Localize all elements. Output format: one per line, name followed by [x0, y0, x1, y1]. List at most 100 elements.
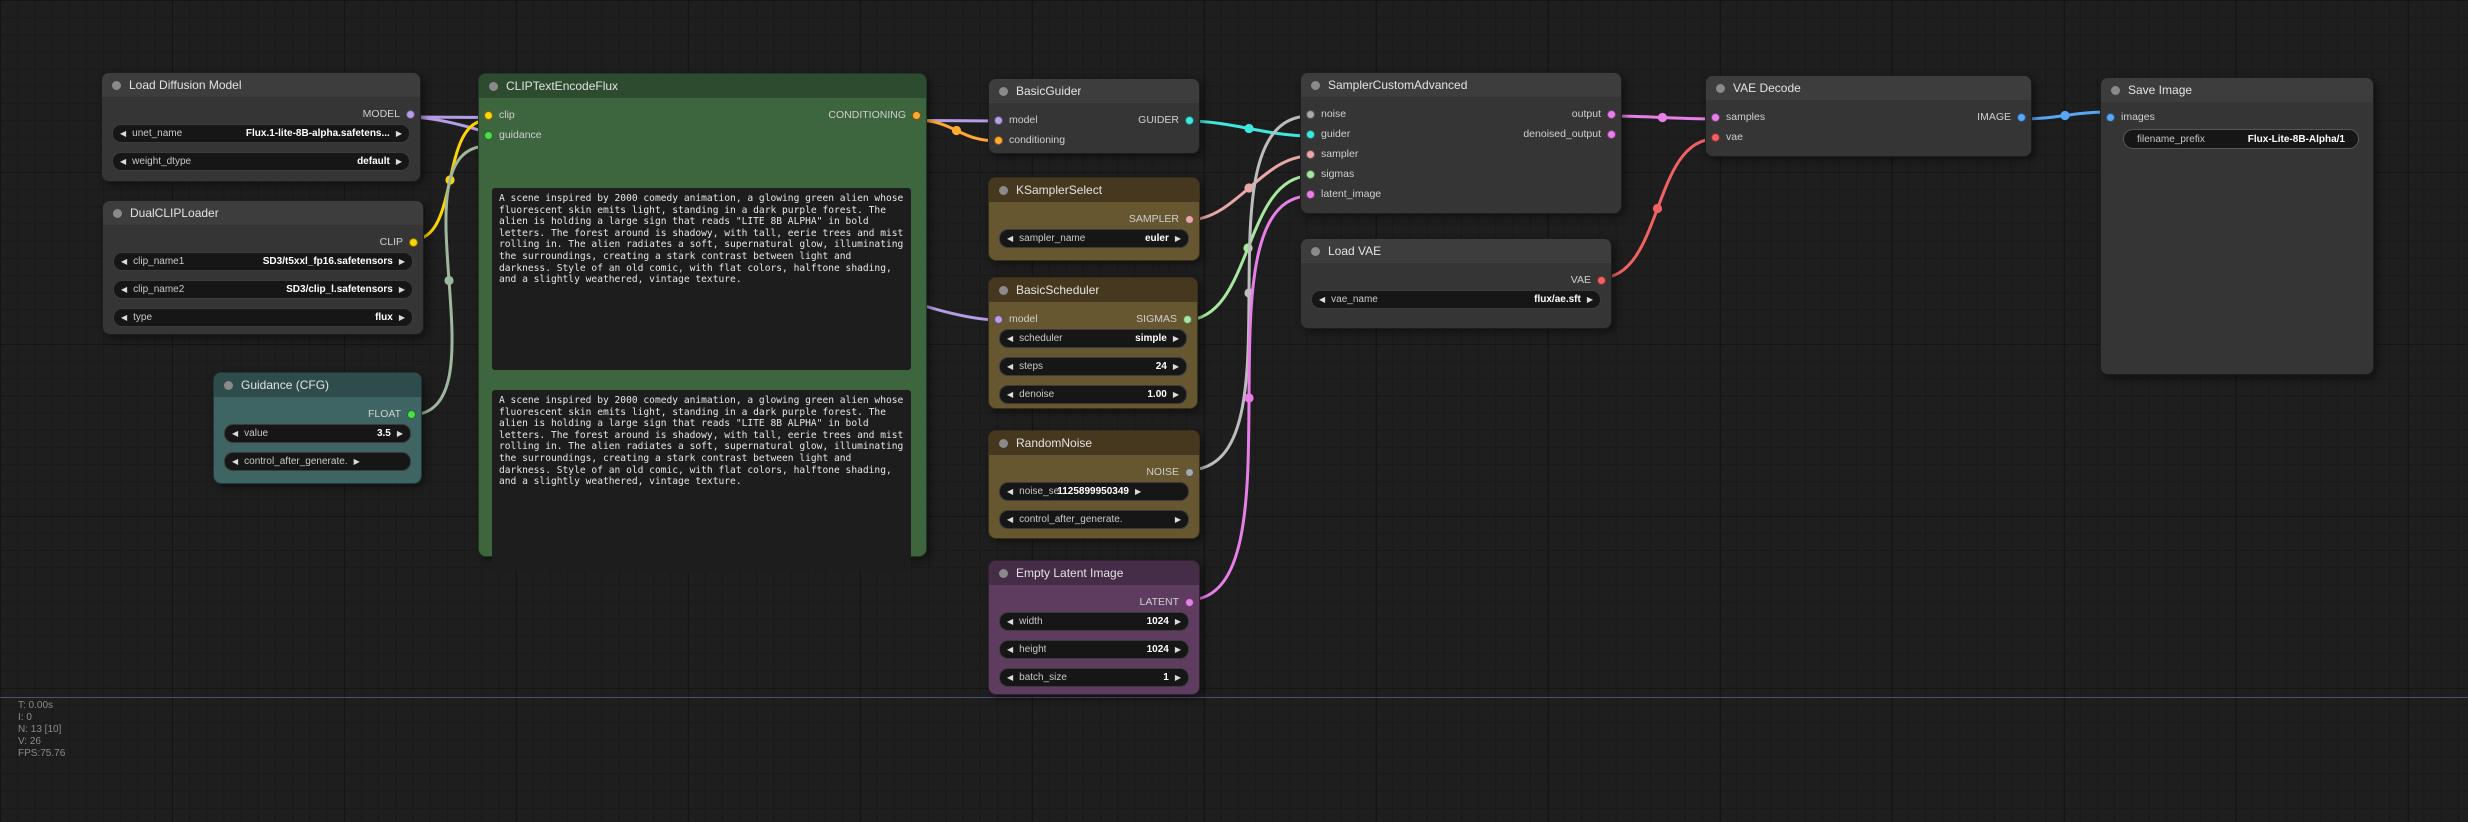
decrement-arrow-icon[interactable]: ◀: [1007, 390, 1013, 399]
increment-arrow-icon[interactable]: ▶: [397, 429, 403, 438]
collapse-dot-icon[interactable]: [1311, 246, 1320, 256]
node-basic-scheduler[interactable]: BasicScheduler model SIGMAS ◀ scheduler …: [988, 277, 1198, 409]
decrement-arrow-icon[interactable]: ◀: [1007, 673, 1013, 682]
node-titlebar[interactable]: Guidance (CFG): [214, 373, 421, 397]
denoised-output-slot[interactable]: [1607, 129, 1616, 139]
node-guidance-cfg[interactable]: Guidance (CFG) FLOAT ◀ value 3.5 ▶ ◀ con…: [213, 372, 422, 484]
increment-arrow-icon[interactable]: ▶: [399, 285, 405, 294]
node-random-noise[interactable]: RandomNoise NOISE ◀ noise_se 11258999503…: [988, 430, 1200, 539]
sampler-input-slot[interactable]: [1306, 149, 1315, 159]
node-titlebar[interactable]: Save Image: [2101, 78, 2373, 102]
increment-arrow-icon[interactable]: ▶: [1173, 390, 1179, 399]
increment-arrow-icon[interactable]: ▶: [396, 157, 402, 166]
collapse-dot-icon[interactable]: [224, 380, 233, 390]
widget-clip-name2[interactable]: ◀ clip_name2 SD3/clip_l.safetensors ▶: [113, 280, 413, 299]
latent-output-slot[interactable]: [1185, 597, 1194, 607]
node-titlebar[interactable]: CLIPTextEncodeFlux: [479, 74, 926, 98]
samples-input-slot[interactable]: [1711, 112, 1720, 122]
t5xxl-prompt-textarea[interactable]: A scene inspired by 2000 comedy animatio…: [492, 390, 911, 572]
widget-denoise[interactable]: ◀ denoise 1.00 ▶: [999, 385, 1187, 404]
guider-input-slot[interactable]: [1306, 129, 1315, 139]
clip-l-prompt-textarea[interactable]: A scene inspired by 2000 comedy animatio…: [492, 188, 911, 370]
sampler-output-slot[interactable]: [1185, 214, 1194, 224]
increment-arrow-icon[interactable]: ▶: [1173, 362, 1179, 371]
increment-arrow-icon[interactable]: ▶: [1175, 234, 1181, 243]
output-output-slot[interactable]: [1607, 109, 1616, 119]
node-titlebar[interactable]: Load VAE: [1301, 239, 1611, 263]
guidance-input-slot[interactable]: [484, 130, 493, 140]
widget-steps[interactable]: ◀ steps 24 ▶: [999, 357, 1187, 376]
node-titlebar[interactable]: RandomNoise: [989, 431, 1199, 455]
images-input-slot[interactable]: [2106, 112, 2115, 122]
node-load-diffusion-model[interactable]: Load Diffusion Model MODEL ◀ unet_name F…: [101, 72, 421, 182]
decrement-arrow-icon[interactable]: ◀: [232, 457, 238, 466]
conditioning-input-slot[interactable]: [994, 135, 1003, 145]
clip-output-slot[interactable]: [409, 237, 418, 247]
node-titlebar[interactable]: DualCLIPLoader: [103, 201, 423, 225]
node-graph-canvas[interactable]: Load Diffusion Model MODEL ◀ unet_name F…: [0, 0, 2468, 822]
collapse-dot-icon[interactable]: [112, 80, 121, 90]
collapse-dot-icon[interactable]: [999, 185, 1008, 195]
decrement-arrow-icon[interactable]: ◀: [1007, 234, 1013, 243]
widget-height[interactable]: ◀ height 1024 ▶: [999, 640, 1189, 659]
increment-arrow-icon[interactable]: ▶: [1587, 295, 1593, 304]
collapse-dot-icon[interactable]: [1311, 80, 1320, 90]
node-basic-guider[interactable]: BasicGuider model GUIDER conditioning: [988, 78, 1200, 154]
node-load-vae[interactable]: Load VAE VAE ◀ vae_name flux/ae.sft ▶: [1300, 238, 1612, 329]
increment-arrow-icon[interactable]: ▶: [1175, 645, 1181, 654]
increment-arrow-icon[interactable]: ▶: [1175, 617, 1181, 626]
increment-arrow-icon[interactable]: ▶: [396, 129, 402, 138]
node-titlebar[interactable]: KSamplerSelect: [989, 178, 1199, 202]
model-output-slot[interactable]: [406, 109, 415, 119]
decrement-arrow-icon[interactable]: ◀: [121, 313, 127, 322]
increment-arrow-icon[interactable]: ▶: [354, 457, 360, 466]
decrement-arrow-icon[interactable]: ◀: [120, 157, 126, 166]
widget-width[interactable]: ◀ width 1024 ▶: [999, 612, 1189, 631]
increment-arrow-icon[interactable]: ▶: [1175, 515, 1181, 524]
widget-scheduler[interactable]: ◀ scheduler simple ▶: [999, 329, 1187, 348]
collapse-dot-icon[interactable]: [999, 285, 1008, 295]
widget-control-after-generate[interactable]: ◀ control_after_generate. ▶: [999, 510, 1189, 529]
decrement-arrow-icon[interactable]: ◀: [1007, 362, 1013, 371]
widget-vae-name[interactable]: ◀ vae_name flux/ae.sft ▶: [1311, 290, 1601, 309]
decrement-arrow-icon[interactable]: ◀: [121, 285, 127, 294]
widget-type[interactable]: ◀ type flux ▶: [113, 308, 413, 327]
collapse-dot-icon[interactable]: [999, 438, 1008, 448]
widget-control-after-generate[interactable]: ◀ control_after_generate. ▶: [224, 452, 411, 471]
node-ksampler-select[interactable]: KSamplerSelect SAMPLER ◀ sampler_name eu…: [988, 177, 1200, 261]
node-titlebar[interactable]: VAE Decode: [1706, 76, 2031, 100]
decrement-arrow-icon[interactable]: ◀: [1007, 334, 1013, 343]
noise-input-slot[interactable]: [1306, 109, 1315, 119]
widget-noise-seed[interactable]: ◀ noise_se 1125899950349 ▶: [999, 482, 1189, 501]
decrement-arrow-icon[interactable]: ◀: [1319, 295, 1325, 304]
noise-output-slot[interactable]: [1185, 467, 1194, 477]
widget-filename-prefix[interactable]: filename_prefix Flux-Lite-8B-Alpha/1: [2123, 129, 2359, 149]
increment-arrow-icon[interactable]: ▶: [399, 257, 405, 266]
guider-output-slot[interactable]: [1185, 115, 1194, 125]
node-titlebar[interactable]: BasicScheduler: [989, 278, 1197, 302]
sigmas-output-slot[interactable]: [1183, 314, 1192, 324]
decrement-arrow-icon[interactable]: ◀: [121, 257, 127, 266]
latent-image-input-slot[interactable]: [1306, 189, 1315, 199]
float-output-slot[interactable]: [407, 409, 416, 419]
node-clip-text-encode-flux[interactable]: CLIPTextEncodeFlux clip CONDITIONING gui…: [478, 73, 927, 572]
sigmas-input-slot[interactable]: [1306, 169, 1315, 179]
widget-unet-name[interactable]: ◀ unet_name Flux.1-lite-8B-alpha.safeten…: [112, 124, 410, 143]
node-titlebar[interactable]: SamplerCustomAdvanced: [1301, 73, 1621, 97]
collapse-dot-icon[interactable]: [1716, 83, 1725, 93]
decrement-arrow-icon[interactable]: ◀: [1007, 645, 1013, 654]
collapse-dot-icon[interactable]: [489, 81, 498, 91]
node-vae-decode[interactable]: VAE Decode samples IMAGE vae: [1705, 75, 2032, 157]
widget-weight-dtype[interactable]: ◀ weight_dtype default ▶: [112, 152, 410, 171]
node-titlebar[interactable]: Empty Latent Image: [989, 561, 1199, 585]
widget-clip-name1[interactable]: ◀ clip_name1 SD3/t5xxl_fp16.safetensors …: [113, 252, 413, 271]
collapse-dot-icon[interactable]: [999, 86, 1008, 96]
collapse-dot-icon[interactable]: [113, 208, 122, 218]
node-titlebar[interactable]: Load Diffusion Model: [102, 73, 420, 97]
increment-arrow-icon[interactable]: ▶: [1175, 673, 1181, 682]
increment-arrow-icon[interactable]: ▶: [1135, 487, 1141, 496]
node-dual-clip-loader[interactable]: DualCLIPLoader CLIP ◀ clip_name1 SD3/t5x…: [102, 200, 424, 335]
image-output-slot[interactable]: [2017, 112, 2026, 122]
widget-batch-size[interactable]: ◀ batch_size 1 ▶: [999, 668, 1189, 687]
node-sampler-custom-advanced[interactable]: SamplerCustomAdvanced noise output guide…: [1300, 72, 1622, 214]
